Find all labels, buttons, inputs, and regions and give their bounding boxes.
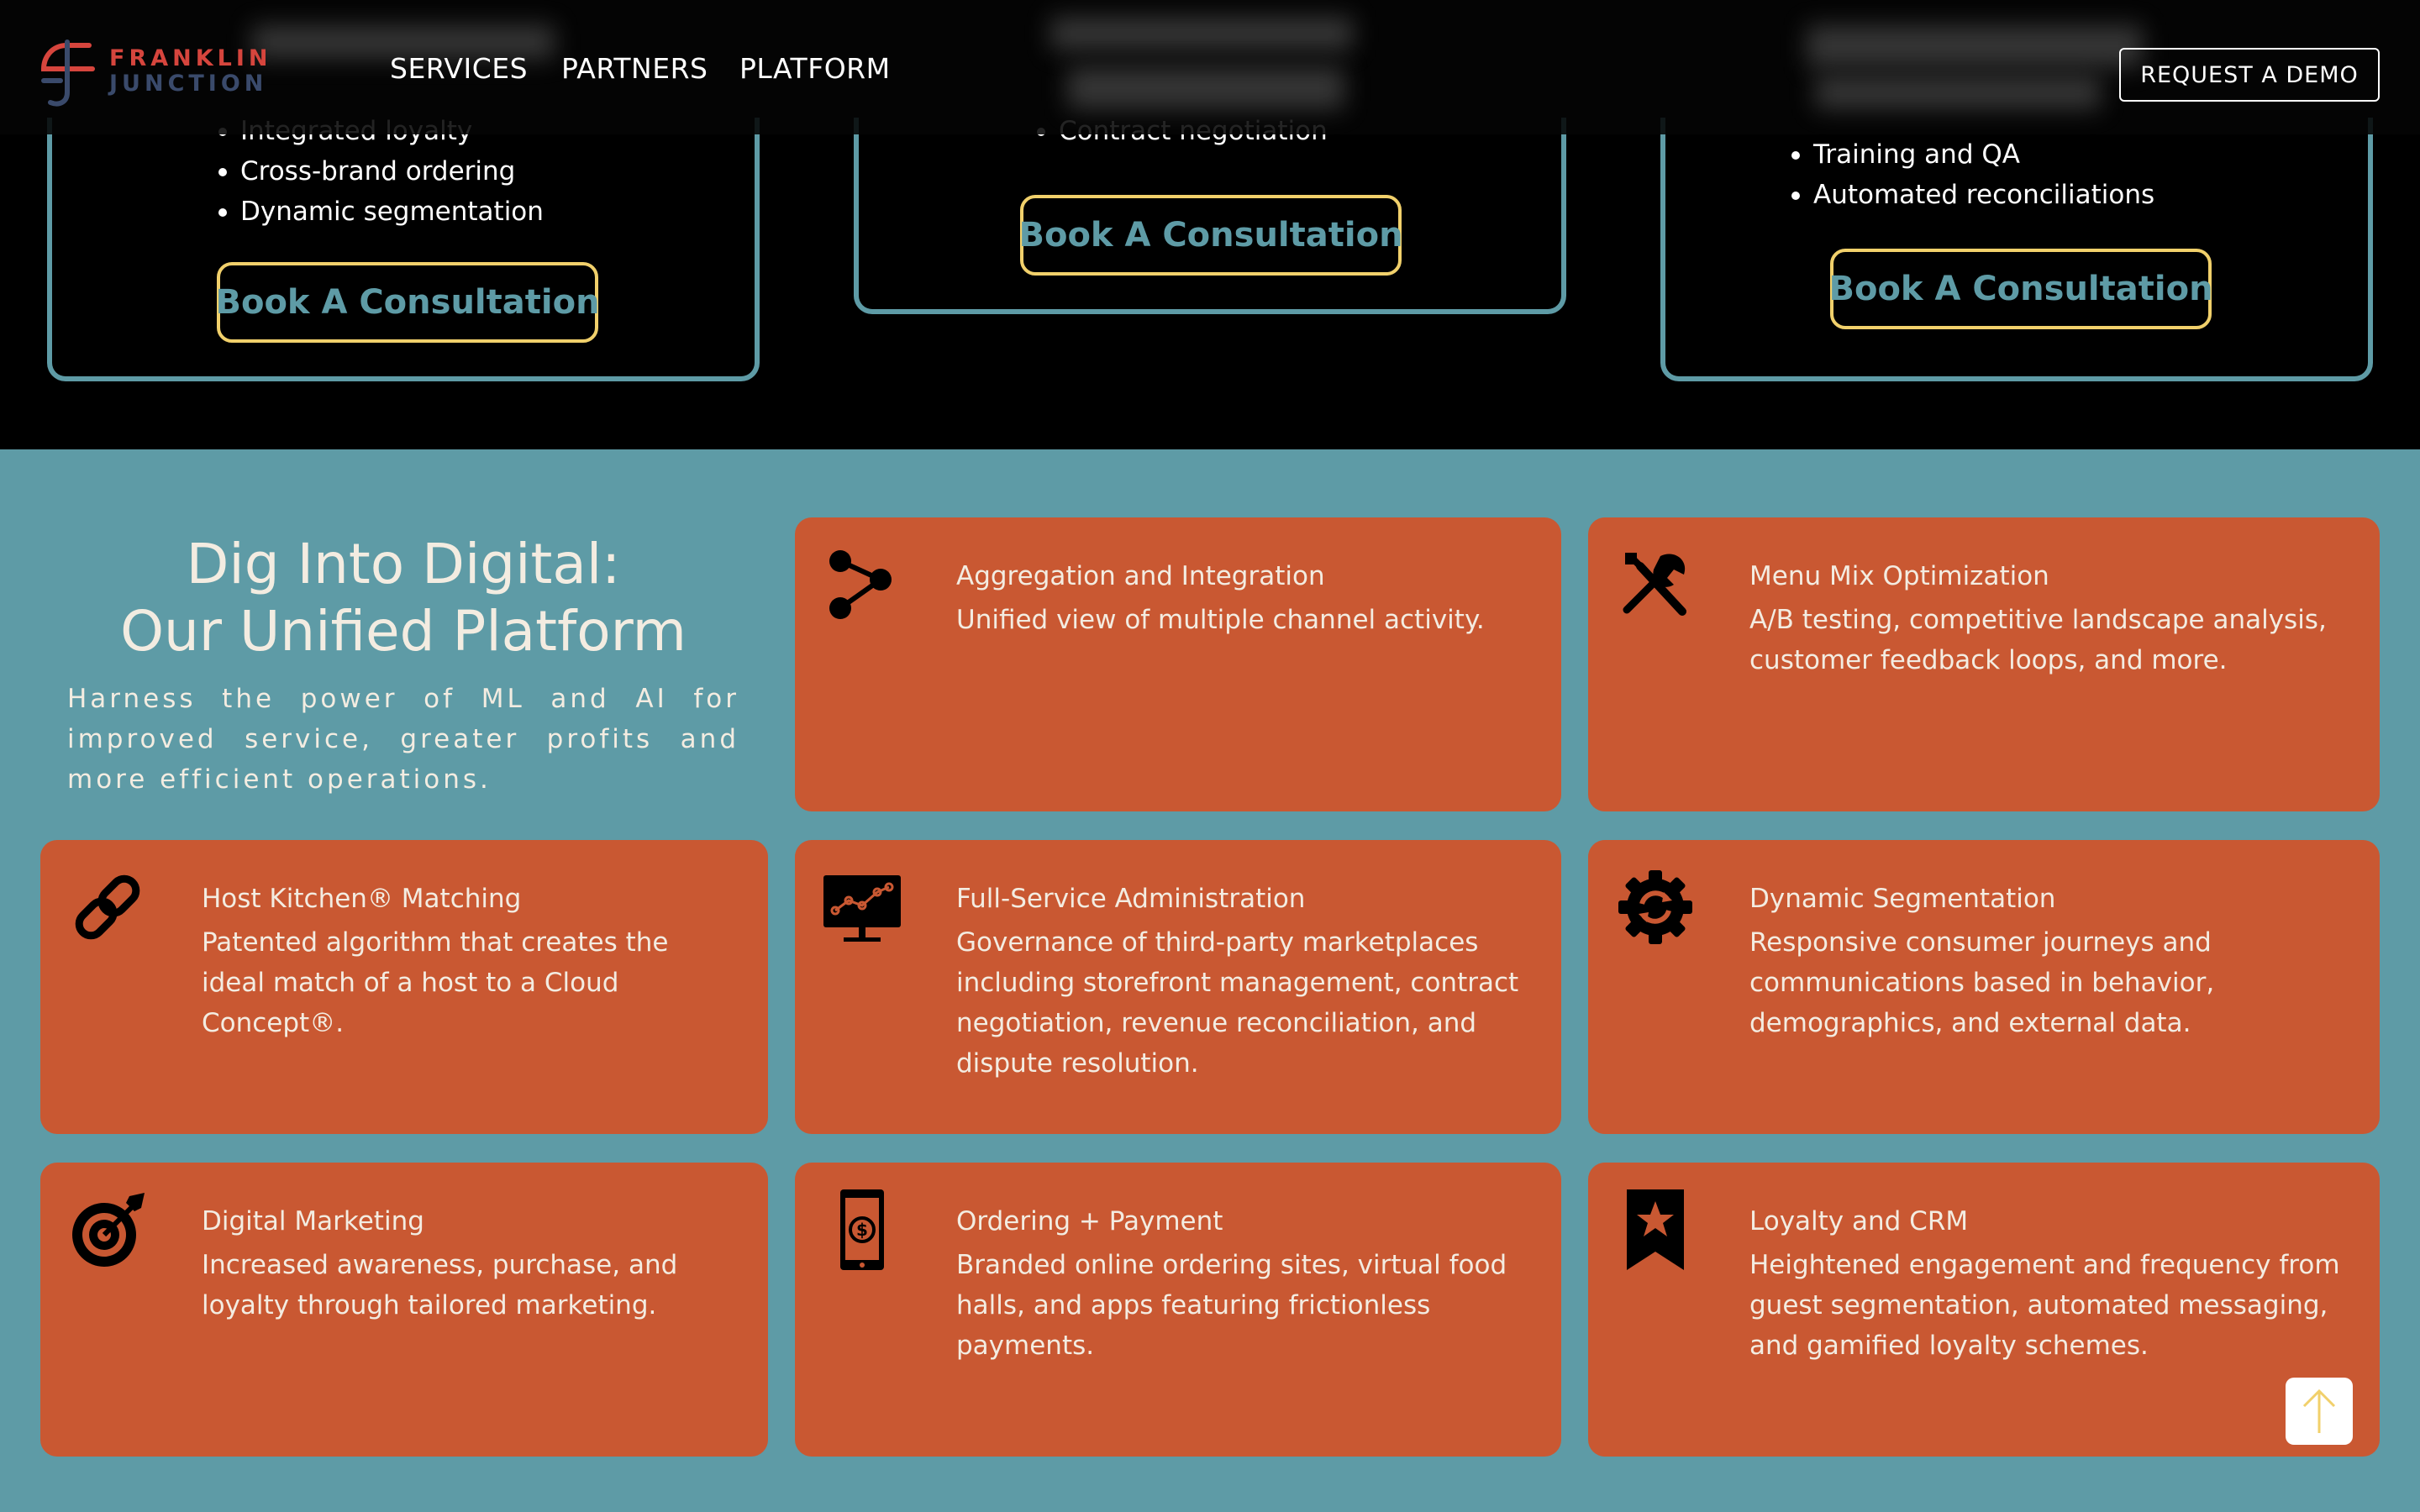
feature-title: Host Kitchen® Matching bbox=[202, 884, 522, 914]
package-card: Integrated loyalty Cross-brand ordering … bbox=[47, 116, 760, 381]
share-nodes-icon bbox=[829, 550, 892, 619]
book-consultation-button[interactable]: Book A Consultation bbox=[1018, 195, 1403, 276]
blurred-background bbox=[1807, 25, 2143, 67]
feature-title: Dynamic Segmentation bbox=[1749, 884, 2056, 914]
feature-description: Patented algorithm that creates the idea… bbox=[202, 927, 669, 1038]
feature-title: Full-Service Administration bbox=[956, 884, 1306, 914]
feature-description: Unified view of multiple channel activit… bbox=[956, 605, 1485, 635]
feature-description: A/B testing, competitive landscape analy… bbox=[1749, 605, 2327, 675]
feature-title: Menu Mix Optimization bbox=[1749, 561, 2049, 591]
svg-text:$: $ bbox=[856, 1220, 868, 1240]
tools-icon bbox=[1623, 553, 1686, 616]
package-feature: Dynamic segmentation bbox=[217, 192, 544, 232]
logo-mark-icon bbox=[40, 39, 95, 107]
blurred-background bbox=[1050, 17, 1353, 50]
platform-title: Dig Into Digital: Our Unified Platform bbox=[40, 531, 766, 665]
logo-wordmark-bottom: JUNCTION bbox=[109, 71, 268, 97]
package-feature: Cross-brand ordering bbox=[217, 151, 544, 192]
blurred-background bbox=[1067, 67, 1344, 109]
feature-description: Branded online ordering sites, virtual f… bbox=[956, 1250, 1507, 1361]
request-demo-button[interactable]: REQUEST A DEMO bbox=[2119, 48, 2380, 102]
feature-description: Increased awareness, purchase, and loyal… bbox=[202, 1250, 678, 1320]
package-feature: Automated reconciliations bbox=[1790, 175, 2154, 215]
feature-card-loyalty-crm: Loyalty and CRM Heightened engagement an… bbox=[1588, 1163, 2380, 1457]
feature-card-host-kitchen: Host Kitchen® Matching Patented algorith… bbox=[40, 840, 768, 1134]
feature-card-digital-marketing: Digital Marketing Increased awareness, p… bbox=[40, 1163, 768, 1457]
package-card: Contract negotiation Book A Consultation bbox=[854, 116, 1566, 314]
blurred-background bbox=[1815, 76, 2101, 109]
package-card: Training and QA Automated reconciliation… bbox=[1660, 118, 2373, 381]
mobile-payment-icon: $ bbox=[840, 1189, 884, 1270]
feature-title: Ordering + Payment bbox=[956, 1206, 1223, 1236]
feature-description: Heightened engagement and frequency from… bbox=[1749, 1250, 2340, 1361]
site-header: FRANKLIN JUNCTION SERVICES PARTNERS PLAT… bbox=[0, 0, 2420, 134]
feature-card-menu-mix: Menu Mix Optimization A/B testing, compe… bbox=[1588, 517, 2380, 811]
book-consultation-button[interactable]: Book A Consultation bbox=[1828, 249, 2213, 329]
platform-description: Harness the power of ML and AI for impro… bbox=[67, 684, 739, 795]
feature-card-dynamic-segmentation: Dynamic Segmentation Responsive consumer… bbox=[1588, 840, 2380, 1134]
target-icon bbox=[72, 1193, 145, 1267]
link-icon bbox=[75, 874, 140, 940]
package-feature-list: Training and QA Automated reconciliation… bbox=[1790, 134, 2154, 215]
feature-description: Governance of third-party marketplaces i… bbox=[956, 927, 1519, 1079]
platform-title-line1: Dig Into Digital: bbox=[186, 532, 621, 596]
book-consultation-button[interactable]: Book A Consultation bbox=[215, 262, 600, 343]
feature-title: Aggregation and Integration bbox=[956, 561, 1325, 591]
monitor-chart-icon bbox=[823, 875, 901, 942]
nav-services[interactable]: SERVICES bbox=[390, 52, 528, 85]
platform-title-line2: Our Unified Platform bbox=[120, 599, 687, 664]
package-feature: Training and QA bbox=[1790, 134, 2154, 175]
feature-description: Responsive consumer journeys and communi… bbox=[1749, 927, 2215, 1038]
scroll-to-top-button[interactable] bbox=[2286, 1378, 2353, 1445]
feature-title: Loyalty and CRM bbox=[1749, 1206, 1969, 1236]
feature-card-aggregation: Aggregation and Integration Unified view… bbox=[795, 517, 1561, 811]
franklin-junction-logo[interactable]: FRANKLIN JUNCTION bbox=[39, 39, 268, 109]
logo-wordmark-top: FRANKLIN bbox=[109, 45, 272, 71]
feature-card-ordering-payment: $ Ordering + Payment Branded online orde… bbox=[795, 1163, 1561, 1457]
nav-partners[interactable]: PARTNERS bbox=[561, 52, 708, 85]
nav-platform[interactable]: PLATFORM bbox=[739, 52, 891, 85]
arrow-up-icon bbox=[2302, 1389, 2336, 1433]
feature-title: Digital Marketing bbox=[202, 1206, 424, 1236]
bookmark-star-icon bbox=[1627, 1189, 1684, 1270]
gear-sync-icon bbox=[1618, 870, 1692, 944]
feature-card-full-service: Full-Service Administration Governance o… bbox=[795, 840, 1561, 1134]
